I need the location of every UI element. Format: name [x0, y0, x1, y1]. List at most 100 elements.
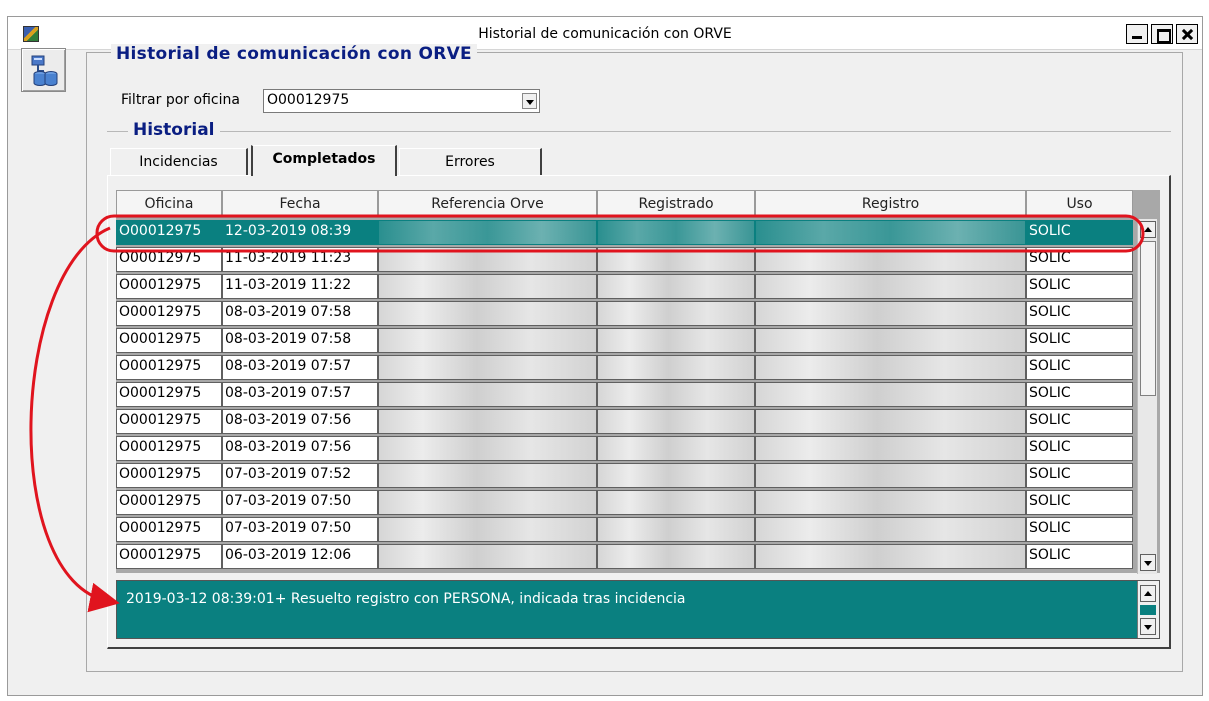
cell-oficina[interactable]: O00012975	[116, 301, 222, 326]
cell-registrado[interactable]	[597, 274, 755, 299]
cell-uso[interactable]: SOLIC	[1026, 220, 1133, 245]
cell-uso[interactable]: SOLIC	[1026, 382, 1133, 407]
cell-uso[interactable]: SOLIC	[1026, 328, 1133, 353]
cell-registro[interactable]	[755, 544, 1026, 569]
cell-oficina[interactable]: O00012975	[116, 274, 222, 299]
table-row[interactable]: O00012975 08-03-2019 07:56 SOLIC	[116, 408, 1133, 435]
cell-uso[interactable]: SOLIC	[1026, 301, 1133, 326]
cell-referencia-orve[interactable]	[378, 355, 597, 380]
cell-registrado[interactable]	[597, 409, 755, 434]
cell-fecha[interactable]: 08-03-2019 07:56	[222, 436, 378, 461]
cell-oficina[interactable]: O00012975	[116, 220, 222, 245]
cell-fecha[interactable]: 07-03-2019 07:50	[222, 517, 378, 542]
cell-registro[interactable]	[755, 220, 1026, 245]
table-row[interactable]: O00012975 07-03-2019 07:52 SOLIC	[116, 462, 1133, 489]
cell-fecha[interactable]: 08-03-2019 07:58	[222, 328, 378, 353]
cell-registro[interactable]	[755, 409, 1026, 434]
column-header-registro[interactable]: Registro	[755, 190, 1026, 218]
table-row[interactable]: O00012975 08-03-2019 07:57 SOLIC	[116, 381, 1133, 408]
cell-fecha[interactable]: 07-03-2019 07:52	[222, 463, 378, 488]
cell-registrado[interactable]	[597, 490, 755, 515]
cell-fecha[interactable]: 07-03-2019 07:50	[222, 490, 378, 515]
cell-referencia-orve[interactable]	[378, 382, 597, 407]
cell-referencia-orve[interactable]	[378, 274, 597, 299]
cell-registrado[interactable]	[597, 517, 755, 542]
cell-registro[interactable]	[755, 517, 1026, 542]
cell-oficina[interactable]: O00012975	[116, 463, 222, 488]
cell-referencia-orve[interactable]	[378, 247, 597, 272]
cell-uso[interactable]: SOLIC	[1026, 247, 1133, 272]
cell-oficina[interactable]: O00012975	[116, 382, 222, 407]
tab-incidencias[interactable]: Incidencias	[110, 148, 248, 176]
database-transfer-button[interactable]	[21, 48, 66, 92]
cell-uso[interactable]: SOLIC	[1026, 436, 1133, 461]
cell-uso[interactable]: SOLIC	[1026, 544, 1133, 569]
cell-registro[interactable]	[755, 382, 1026, 407]
cell-registro[interactable]	[755, 247, 1026, 272]
cell-uso[interactable]: SOLIC	[1026, 517, 1133, 542]
table-row[interactable]: O00012975 08-03-2019 07:56 SOLIC	[116, 435, 1133, 462]
cell-registrado[interactable]	[597, 355, 755, 380]
cell-registro[interactable]	[755, 436, 1026, 461]
cell-uso[interactable]: SOLIC	[1026, 355, 1133, 380]
cell-fecha[interactable]: 08-03-2019 07:56	[222, 409, 378, 434]
table-row[interactable]: O00012975 06-03-2019 12:06 SOLIC	[116, 543, 1133, 570]
close-icon[interactable]	[1176, 24, 1198, 44]
cell-uso[interactable]: SOLIC	[1026, 463, 1133, 488]
scroll-up-icon[interactable]	[1140, 221, 1156, 238]
cell-referencia-orve[interactable]	[378, 490, 597, 515]
chevron-down-icon[interactable]	[522, 93, 537, 109]
cell-registrado[interactable]	[597, 463, 755, 488]
cell-registro[interactable]	[755, 463, 1026, 488]
column-header-registrado[interactable]: Registrado	[597, 190, 755, 218]
cell-fecha[interactable]: 08-03-2019 07:57	[222, 382, 378, 407]
cell-fecha[interactable]: 11-03-2019 11:22	[222, 274, 378, 299]
tab-errores[interactable]: Errores	[399, 148, 542, 176]
table-row[interactable]: O00012975 11-03-2019 11:22 SOLIC	[116, 273, 1133, 300]
cell-registrado[interactable]	[597, 328, 755, 353]
cell-registro[interactable]	[755, 301, 1026, 326]
cell-oficina[interactable]: O00012975	[116, 247, 222, 272]
column-header-referencia-orve[interactable]: Referencia Orve	[378, 190, 597, 218]
table-row[interactable]: O00012975 08-03-2019 07:57 SOLIC	[116, 354, 1133, 381]
scroll-down-icon[interactable]	[1140, 618, 1156, 635]
cell-oficina[interactable]: O00012975	[116, 490, 222, 515]
cell-oficina[interactable]: O00012975	[116, 355, 222, 380]
office-filter-select[interactable]: O00012975	[263, 89, 540, 113]
message-scrollbar[interactable]	[1137, 581, 1159, 638]
detail-message-box[interactable]: 2019-03-12 08:39:01+ Resuelto registro c…	[116, 580, 1160, 639]
table-row[interactable]: O00012975 08-03-2019 07:58 SOLIC	[116, 300, 1133, 327]
cell-registro[interactable]	[755, 490, 1026, 515]
cell-uso[interactable]: SOLIC	[1026, 409, 1133, 434]
cell-fecha[interactable]: 08-03-2019 07:58	[222, 301, 378, 326]
cell-registro[interactable]	[755, 355, 1026, 380]
grid-scrollbar[interactable]	[1137, 219, 1157, 574]
scroll-down-icon[interactable]	[1140, 554, 1156, 571]
cell-referencia-orve[interactable]	[378, 301, 597, 326]
cell-oficina[interactable]: O00012975	[116, 328, 222, 353]
cell-registrado[interactable]	[597, 220, 755, 245]
cell-fecha[interactable]: 06-03-2019 12:06	[222, 544, 378, 569]
cell-registrado[interactable]	[597, 436, 755, 461]
cell-oficina[interactable]: O00012975	[116, 517, 222, 542]
table-row[interactable]: O00012975 07-03-2019 07:50 SOLIC	[116, 489, 1133, 516]
column-header-uso[interactable]: Uso	[1026, 190, 1133, 218]
message-scroll-thumb[interactable]	[1140, 605, 1156, 615]
cell-referencia-orve[interactable]	[378, 436, 597, 461]
scroll-up-icon[interactable]	[1140, 585, 1156, 602]
column-header-fecha[interactable]: Fecha	[222, 190, 378, 218]
cell-registro[interactable]	[755, 274, 1026, 299]
cell-registrado[interactable]	[597, 247, 755, 272]
cell-referencia-orve[interactable]	[378, 463, 597, 488]
cell-fecha[interactable]: 08-03-2019 07:57	[222, 355, 378, 380]
cell-uso[interactable]: SOLIC	[1026, 490, 1133, 515]
table-row[interactable]: O00012975 12-03-2019 08:39 SOLIC	[116, 219, 1133, 246]
cell-registrado[interactable]	[597, 544, 755, 569]
column-header-oficina[interactable]: Oficina	[116, 190, 222, 218]
cell-registro[interactable]	[755, 328, 1026, 353]
cell-uso[interactable]: SOLIC	[1026, 274, 1133, 299]
cell-fecha[interactable]: 11-03-2019 11:23	[222, 247, 378, 272]
tab-completados[interactable]: Completados	[251, 145, 397, 176]
cell-referencia-orve[interactable]	[378, 544, 597, 569]
minimize-icon[interactable]	[1126, 24, 1148, 44]
